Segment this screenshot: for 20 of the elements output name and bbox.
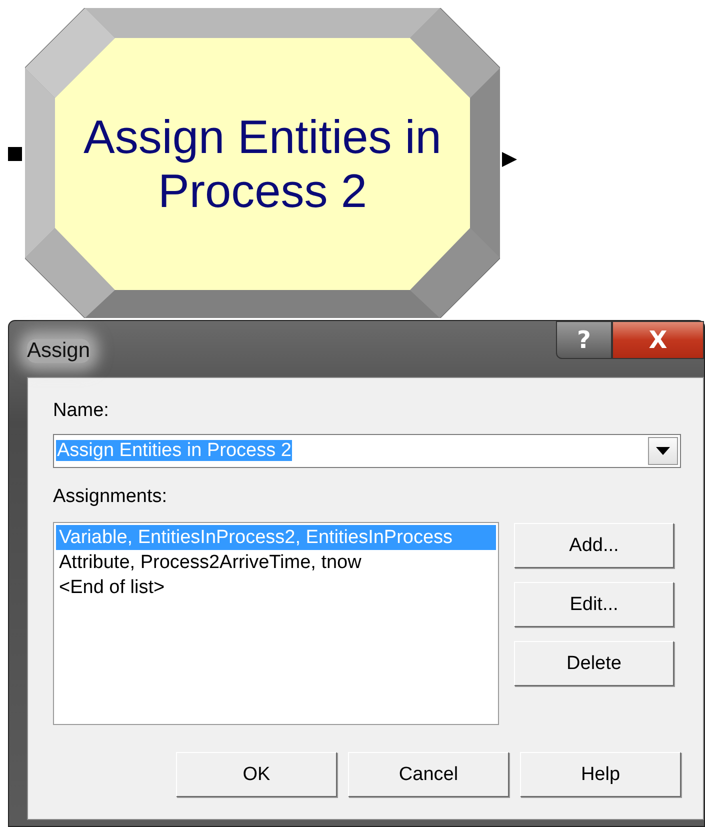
list-item[interactable]: Attribute, Process2ArriveTime, tnow <box>56 550 496 575</box>
process-block-drawing[interactable] <box>25 8 500 318</box>
field-value: Assign Entities in Process 2 <box>56 440 292 461</box>
field-label: Name: <box>53 399 110 423</box>
assignments-list[interactable]: Variable, EntitiesInProcess2, EntitiesInProcess Attribute, Process2ArriveTime, tnow <End of list> <box>53 522 499 725</box>
help-button[interactable]: ? <box>556 321 612 359</box>
dialog-button[interactable]: Edit... <box>514 582 674 627</box>
dialog-button[interactable]: Delete <box>514 641 674 686</box>
window-title: Assign <box>27 339 90 363</box>
exit-connector-icon[interactable] <box>502 152 517 167</box>
module-label: Assign Entities in Process 2 <box>82 110 442 218</box>
close-button[interactable]: X <box>612 321 704 359</box>
dialog-button[interactable]: Cancel <box>348 752 509 797</box>
caret-icon <box>656 447 670 455</box>
dropdown-button[interactable] <box>648 437 678 465</box>
dialog-button[interactable]: Help <box>520 752 681 797</box>
list-item[interactable]: <End of list> <box>56 575 496 600</box>
dialog-button[interactable]: OK <box>176 752 337 797</box>
field-label: Assignments: <box>53 485 168 509</box>
dialog-button[interactable]: Add... <box>514 523 674 568</box>
